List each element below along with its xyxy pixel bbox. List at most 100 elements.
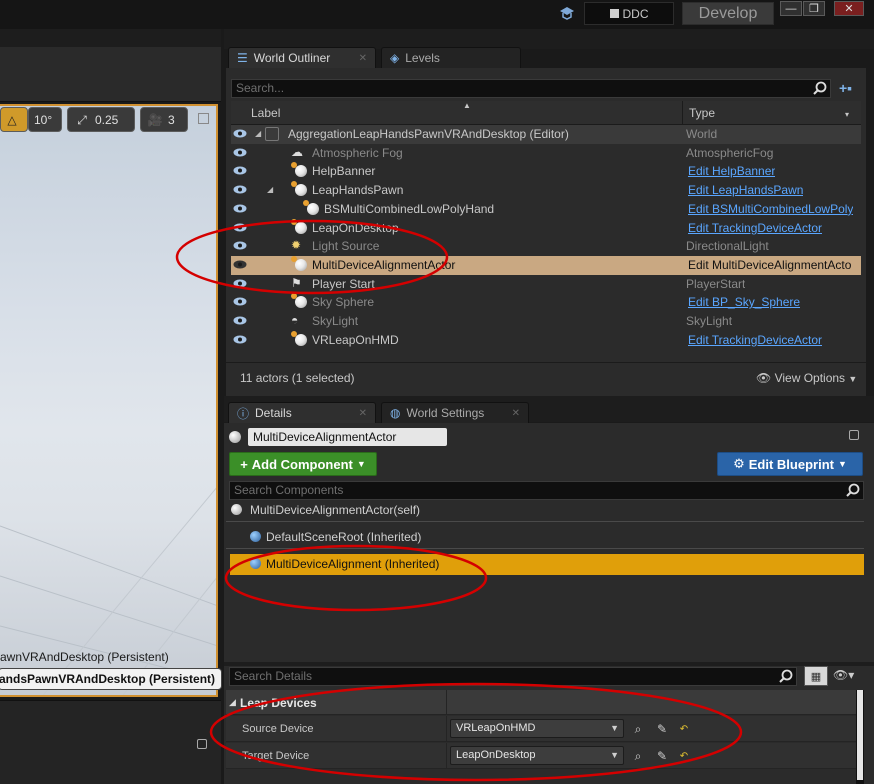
camera-speed-dropdown[interactable]: 🎥 3 [140,107,188,132]
reset-icon[interactable]: ↶ [676,721,692,737]
column-divider[interactable] [446,690,447,715]
scale-snap-dropdown[interactable]: ⤢ 0.25 [67,107,135,132]
type-dropdown-icon[interactable]: ▾ [845,110,849,119]
edit-blueprint-link[interactable]: Edit MultiDeviceAlignmentActo [688,258,851,272]
visibility-eye-icon[interactable] [233,316,247,325]
lock-icon[interactable] [849,430,859,440]
close-icon[interactable]: ✕ [359,53,367,64]
source-device-combo[interactable]: VRLeapOnHMD ▼ [450,719,624,738]
picker-icon[interactable]: ✎ [654,748,670,764]
tab-world-outliner[interactable]: ☰ World Outliner ✕ [228,47,376,68]
angle-snap-icon: △ [7,112,17,127]
lock-icon[interactable] [197,739,207,749]
actor-icon [291,162,307,178]
outliner-row[interactable]: HelpBanner Edit HelpBanner [231,162,861,181]
camera-icon: 🎥 [147,112,163,127]
property-source-device: Source Device VRLeapOnHMD ▼ ⌕ ✎ ↶ [226,716,856,742]
outliner-row[interactable]: MultiDeviceAlignmentActor Edit MultiDevic… [231,255,861,275]
component-multi-device-alignment[interactable]: MultiDeviceAlignment (Inherited) [230,554,864,575]
outliner-row[interactable]: ◓ SkyLight SkyLight [231,312,861,331]
close-icon[interactable]: ✕ [359,408,367,419]
visibility-eye-icon[interactable] [233,279,247,288]
outliner-row[interactable]: ☁ Atmospheric Fog AtmosphericFog [231,144,861,163]
outliner-row[interactable]: ◢ AggregationLeapHandsPawnVRAndDesktop (E… [231,125,861,144]
view-options-label: View Options [774,371,846,385]
actor-name-field[interactable]: MultiDeviceAlignmentActor [248,428,447,446]
column-divider[interactable] [446,743,447,769]
outliner-row[interactable]: VRLeapOnHMD Edit TrackingDeviceActor [231,330,861,350]
outliner-row[interactable]: ⚑ Player Start PlayerStart [231,275,861,294]
category-leap-devices[interactable]: ◢ Leap Devices [226,690,856,715]
visibility-eye-icon[interactable] [233,297,247,306]
component-self[interactable]: MultiDeviceAlignmentActor(self) [226,500,864,522]
visibility-eye-icon[interactable] [233,204,247,213]
add-filter-icon[interactable]: +▪ [839,80,857,96]
col-label-header[interactable]: Label [251,106,280,120]
visibility-eye-icon[interactable] [233,166,247,175]
expand-arrow-icon[interactable]: ◢ [267,185,273,194]
add-component-button[interactable]: + Add Component ▼ [229,452,377,476]
minimize-button[interactable]: — [780,1,802,16]
tab-details[interactable]: ⓘ Details ✕ [228,402,376,423]
visibility-eye-icon[interactable] [233,260,247,269]
outliner-row-label: SkyLight [312,314,359,328]
tab-world-settings[interactable]: ◍ World Settings ✕ [381,402,529,423]
edit-blueprint-button[interactable]: ⚙ Edit Blueprint ▼ [717,452,863,476]
edit-blueprint-link[interactable]: Edit TrackingDeviceActor [688,333,822,347]
chevron-down-icon: ▼ [610,750,619,760]
current-level-button[interactable]: andsPawnVRAndDesktop (Persistent) [0,668,223,690]
edit-blueprint-link[interactable]: Edit LeapHandsPawn [688,183,803,197]
source-control-icon[interactable] [558,5,576,21]
ddc-indicator[interactable]: DDC [584,2,674,25]
scrollbar-thumb[interactable] [857,690,863,780]
property-matrix-icon[interactable]: ▦ [804,666,828,686]
close-icon[interactable]: ✕ [512,408,520,419]
outliner-row[interactable]: BSMultiCombinedLowPolyHand Edit BSMultiCo… [231,199,861,219]
column-divider[interactable] [446,716,447,742]
search-components-input[interactable]: Search Components [229,481,864,500]
outliner-row[interactable]: ✹ Light Source DirectionalLight [231,237,861,256]
actor-icon [291,330,307,346]
browse-icon[interactable]: ⌕ [630,721,646,737]
angle-snap-dropdown[interactable]: 10° [28,107,62,132]
visibility-eye-icon[interactable] [233,223,247,232]
actor-icon [291,293,307,309]
restore-button[interactable]: ❐ [803,1,825,16]
edit-blueprint-link[interactable]: Edit TrackingDeviceActor [688,221,822,235]
actor-icon [303,199,319,215]
tab-label: World Settings [406,406,485,420]
tab-label: Levels [405,51,440,65]
view-options-button[interactable]: 👁 View Options ▼ [756,371,857,385]
search-details-input[interactable]: Search Details [229,667,797,686]
outliner-row[interactable]: LeapOnDesktop Edit TrackingDeviceActor [231,218,861,238]
edit-blueprint-link[interactable]: Edit BP_Sky_Sphere [688,295,800,309]
outliner-row[interactable]: ◢ LeapHandsPawn Edit LeapHandsPawn [231,181,861,200]
search-icon [813,81,827,95]
level-viewport[interactable] [0,104,218,697]
edit-blueprint-link[interactable]: Edit BSMultiCombinedLowPoly [688,202,853,216]
column-divider[interactable] [682,101,683,125]
surface-snap-toggle[interactable]: △ [0,107,28,132]
maximize-viewport-icon[interactable] [198,113,209,124]
visibility-eye-icon[interactable] [233,148,247,157]
outliner-search-input[interactable]: Search... [231,79,831,98]
target-device-combo[interactable]: LeapOnDesktop ▼ [450,746,624,765]
visibility-eye-icon[interactable] [233,335,247,344]
visibility-filter-icon[interactable]: 👁▾ [833,668,854,682]
outliner-row[interactable]: Sky Sphere Edit BP_Sky_Sphere [231,293,861,312]
develop-button[interactable]: Develop [682,2,774,25]
col-type-header[interactable]: Type [689,106,715,120]
details-divider[interactable] [224,662,874,666]
expand-arrow-icon[interactable]: ◢ [255,129,261,138]
close-button[interactable]: ✕ [834,1,864,16]
picker-icon[interactable]: ✎ [654,721,670,737]
details-scrollbar[interactable] [856,690,864,784]
component-default-scene-root[interactable]: DefaultSceneRoot (Inherited) [226,527,864,549]
browse-icon[interactable]: ⌕ [630,748,646,764]
visibility-eye-icon[interactable] [233,185,247,194]
tab-levels[interactable]: ◈ Levels [381,47,521,68]
edit-blueprint-link[interactable]: Edit HelpBanner [688,164,775,178]
visibility-eye-icon[interactable] [233,129,247,138]
visibility-eye-icon[interactable] [233,241,247,250]
reset-icon[interactable]: ↶ [676,748,692,764]
